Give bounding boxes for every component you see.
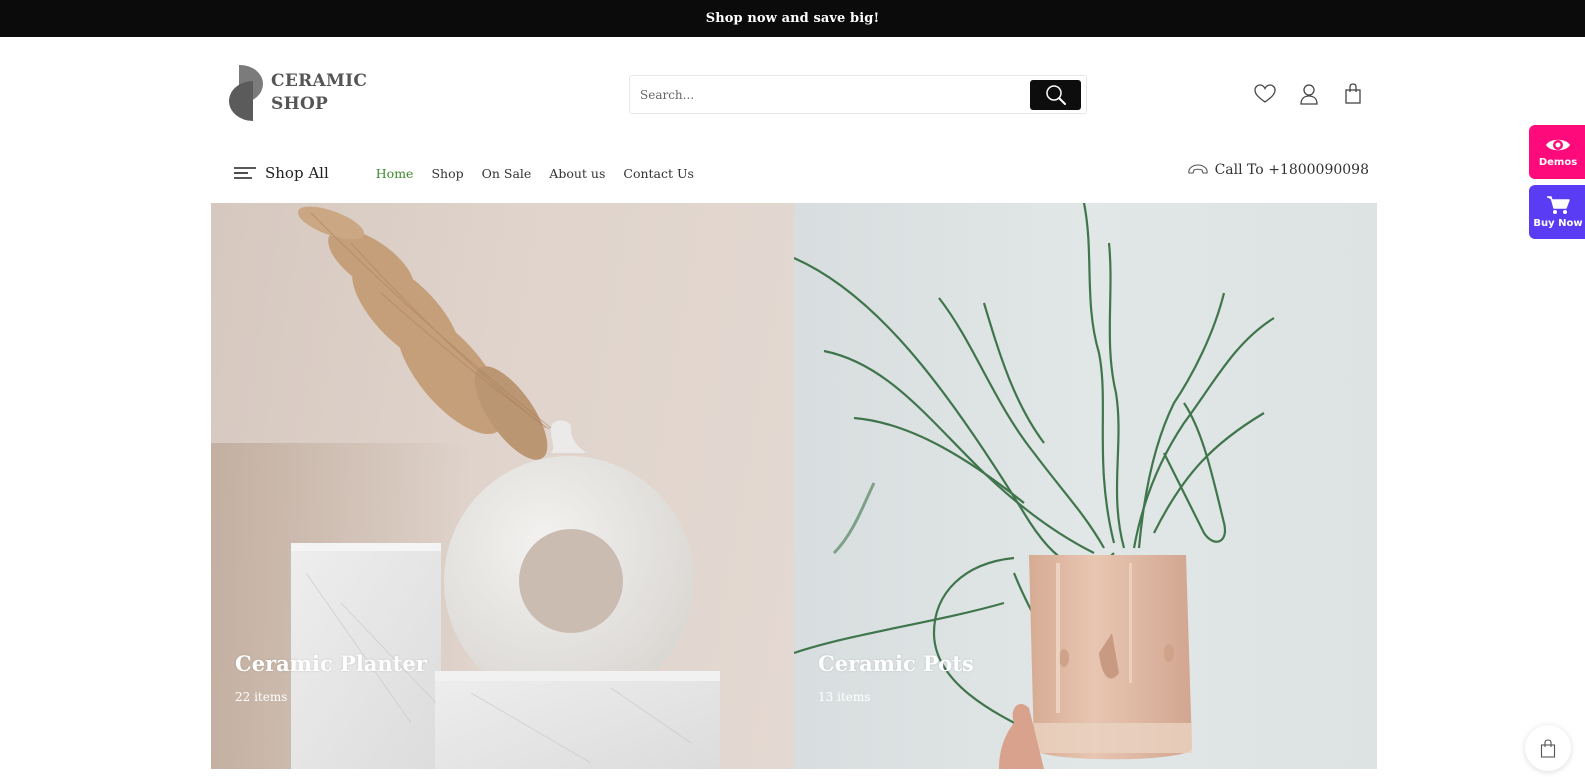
category-title[interactable]: Ceramic Pots <box>818 651 974 676</box>
eye-icon <box>1546 139 1570 151</box>
main-nav: Shop All Home Shop On Sale About us Cont… <box>234 160 712 186</box>
floating-cart-button[interactable] <box>1525 725 1571 771</box>
cart-icon <box>1547 196 1570 214</box>
search-bar <box>629 75 1087 114</box>
nav-item-contact-us[interactable]: Contact Us <box>623 166 694 181</box>
nav-item-shop[interactable]: Shop <box>431 166 463 181</box>
demos-button[interactable]: Demos <box>1529 125 1585 179</box>
header-actions <box>1254 83 1364 105</box>
shop-all-label: Shop All <box>265 164 329 182</box>
announcement-text: Shop now and save big! <box>705 11 880 26</box>
heart-icon <box>1254 84 1276 103</box>
call-text: Call To +1800090098 <box>1214 162 1369 178</box>
demos-label: Demos <box>1538 157 1578 168</box>
account-button[interactable] <box>1298 83 1320 105</box>
category-card-ceramic-pots[interactable]: Ceramic Pots 13 items <box>794 203 1377 769</box>
logo-line-2: SHOP <box>271 94 329 114</box>
announcement-bar: Shop now and save big! <box>0 0 1585 37</box>
shopping-bag-icon <box>1345 83 1361 104</box>
category-caption: Ceramic Planter 22 items <box>235 651 427 704</box>
nav-item-home[interactable]: Home <box>376 166 414 181</box>
logo-text: CERAMIC SHOP <box>271 70 367 116</box>
category-count: 13 items <box>818 690 871 704</box>
call-link[interactable]: Call To +1800090098 <box>1187 162 1369 178</box>
category-count: 22 items <box>235 690 288 704</box>
category-card-ceramic-planter[interactable]: Ceramic Planter 22 items <box>211 203 794 769</box>
logo-mark-icon <box>229 65 265 121</box>
phone-icon <box>1187 164 1208 174</box>
buy-now-button[interactable]: Buy Now <box>1529 185 1585 239</box>
nav-menu: Home Shop On Sale About us Contact Us <box>376 166 712 181</box>
wishlist-button[interactable] <box>1254 83 1276 105</box>
category-title[interactable]: Ceramic Planter <box>235 651 427 676</box>
shopping-bag-icon <box>1540 738 1556 758</box>
category-caption: Ceramic Pots 13 items <box>818 651 974 704</box>
cart-button[interactable] <box>1342 83 1364 105</box>
nav-item-on-sale[interactable]: On Sale <box>482 166 532 181</box>
logo[interactable]: CERAMIC SHOP <box>229 64 369 122</box>
buy-now-label: Buy Now <box>1533 218 1583 229</box>
logo-line-1: CERAMIC <box>271 71 368 91</box>
shop-all-button[interactable]: Shop All <box>234 164 329 182</box>
menu-icon <box>234 167 256 179</box>
nav-item-about-us[interactable]: About us <box>549 166 605 181</box>
user-icon <box>1300 84 1318 105</box>
search-icon <box>1045 85 1066 105</box>
search-input[interactable] <box>640 76 1020 113</box>
search-button[interactable] <box>1030 80 1081 110</box>
